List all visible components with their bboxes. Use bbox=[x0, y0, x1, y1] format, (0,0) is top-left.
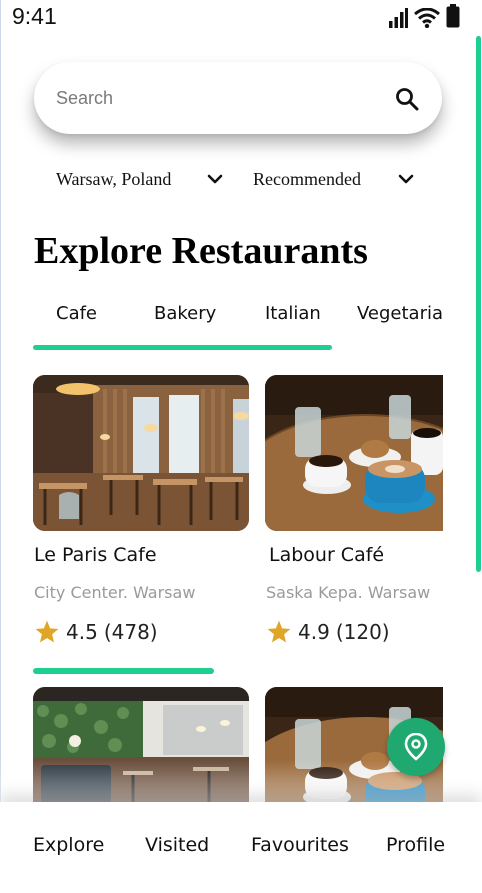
tab-cafe[interactable]: Cafe bbox=[56, 303, 97, 324]
location-pin-icon bbox=[404, 733, 428, 761]
tab-bakery[interactable]: Bakery bbox=[154, 303, 216, 324]
review-count: (120) bbox=[335, 620, 390, 644]
search-input[interactable] bbox=[56, 84, 356, 112]
category-tabs: Cafe Bakery Italian Vegetarian bbox=[0, 300, 443, 332]
page-title: Explore Restaurants bbox=[34, 230, 368, 272]
search-icon[interactable] bbox=[394, 86, 420, 112]
battery-icon bbox=[446, 4, 460, 28]
status-icons bbox=[388, 4, 460, 28]
status-time: 9:41 bbox=[12, 3, 57, 29]
status-bar: 9:41 bbox=[0, 0, 482, 34]
search-bar[interactable] bbox=[34, 62, 442, 134]
sort-filter[interactable]: Recommended bbox=[253, 166, 418, 192]
nav-favourites[interactable]: Favourites bbox=[251, 834, 349, 856]
map-button[interactable] bbox=[387, 718, 445, 776]
scroll-indicator[interactable] bbox=[476, 36, 481, 572]
location-filter-label: Warsaw, Poland bbox=[56, 168, 172, 189]
restaurant-rating: 4.5 (478) bbox=[34, 619, 158, 645]
sort-filter-label: Recommended bbox=[253, 168, 361, 189]
restaurant-image[interactable] bbox=[33, 375, 249, 531]
chevron-down-icon bbox=[398, 174, 414, 184]
star-icon bbox=[267, 620, 291, 643]
nav-visited[interactable]: Visited bbox=[145, 834, 209, 856]
nav-explore[interactable]: Explore bbox=[33, 834, 104, 856]
rating-value: 4.5 bbox=[66, 620, 98, 644]
tab-active-indicator bbox=[33, 345, 332, 350]
star-icon bbox=[35, 620, 59, 643]
nav-profile[interactable]: Profile bbox=[386, 834, 445, 856]
wifi-icon bbox=[414, 8, 440, 28]
rating-value: 4.9 bbox=[298, 620, 330, 644]
restaurant-name[interactable]: Le Paris Cafe bbox=[34, 544, 157, 566]
tab-italian[interactable]: Italian bbox=[265, 303, 321, 324]
card-row-indicator bbox=[33, 668, 214, 674]
signal-icon bbox=[389, 8, 408, 28]
bottom-nav: Explore Visited Favourites Profile bbox=[0, 802, 482, 893]
chevron-down-icon bbox=[207, 174, 223, 184]
restaurant-rating: 4.9 (120) bbox=[266, 619, 390, 645]
tab-vegetarian[interactable]: Vegetarian bbox=[357, 303, 443, 324]
review-count: (478) bbox=[103, 620, 158, 644]
restaurant-location: Saska Kepa. Warsaw bbox=[266, 583, 431, 602]
location-filter[interactable]: Warsaw, Poland bbox=[56, 166, 226, 192]
restaurant-location: City Center. Warsaw bbox=[34, 583, 196, 602]
restaurant-image[interactable] bbox=[265, 375, 443, 531]
restaurant-name[interactable]: Labour Café bbox=[269, 544, 384, 566]
